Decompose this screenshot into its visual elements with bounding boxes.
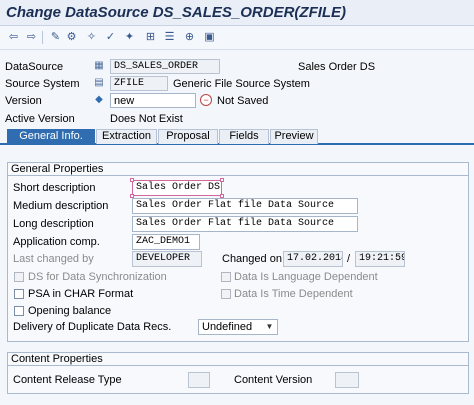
datasource-field: DS_SALES_ORDER bbox=[110, 59, 220, 74]
psa-char-row: PSA in CHAR Format Data Is Time Dependen… bbox=[8, 286, 468, 303]
short-description-input[interactable]: Sales Order DS bbox=[132, 180, 222, 196]
changed-on-time-field: 19:21:59 bbox=[355, 251, 405, 267]
application-component-input[interactable]: ZAC_DEMO1 bbox=[132, 234, 200, 250]
changed-on-label: Changed on bbox=[222, 253, 282, 265]
medium-description-label: Medium description bbox=[13, 200, 109, 212]
time-dependent-checkbox[interactable] bbox=[221, 289, 231, 299]
tab-preview[interactable]: Preview bbox=[270, 129, 318, 144]
active-version-row: Active Version Does Not Exist bbox=[0, 111, 474, 128]
application-component-label: Application comp. bbox=[13, 236, 100, 248]
version-label: Version bbox=[5, 95, 42, 107]
version-row: Version ◆ new − Not Saved bbox=[0, 93, 474, 110]
content-release-type-field bbox=[188, 372, 210, 388]
psa-char-checkbox[interactable] bbox=[14, 289, 24, 299]
arrow-left-icon[interactable]: ⇦ bbox=[6, 30, 21, 45]
tab-proposal[interactable]: Proposal bbox=[158, 129, 218, 144]
application-component-row: Application comp. ZAC_DEMO1 bbox=[8, 234, 468, 251]
short-description-label: Short description bbox=[13, 182, 96, 194]
long-description-row: Long description Sales Order Flat file D… bbox=[8, 216, 468, 233]
medium-description-input[interactable]: Sales Order Flat file Data Source bbox=[132, 198, 358, 214]
hierarchy-icon[interactable]: ⊞ bbox=[143, 30, 158, 45]
magic-wand-icon[interactable]: ✧ bbox=[84, 30, 99, 45]
long-description-input[interactable]: Sales Order Flat file Data Source bbox=[132, 216, 358, 232]
check-icon[interactable]: ✓ bbox=[103, 30, 118, 45]
version-diamond-icon: ◆ bbox=[95, 94, 103, 105]
tab-extraction[interactable]: Extraction bbox=[96, 129, 157, 144]
display-icon[interactable]: ▣ bbox=[202, 30, 217, 45]
time-dependent-label: Data Is Time Dependent bbox=[234, 288, 353, 300]
database-icon[interactable]: ☰ bbox=[162, 30, 177, 45]
source-system-label: Source System bbox=[5, 78, 80, 90]
opening-balance-label: Opening balance bbox=[28, 305, 112, 317]
datasource-label: DataSource bbox=[5, 61, 64, 73]
general-properties-title: General Properties bbox=[8, 163, 468, 176]
tab-general-info[interactable]: General Info. bbox=[7, 129, 95, 144]
tab-strip: General Info. Extraction Proposal Fields… bbox=[0, 128, 474, 145]
source-system-icon: ▤ bbox=[94, 77, 104, 88]
changed-on-date-field: 17.02.2014 bbox=[283, 251, 343, 267]
language-dependent-label: Data Is Language Dependent bbox=[234, 271, 378, 283]
short-description-row: Short description Sales Order DS bbox=[8, 178, 468, 198]
chevron-down-icon[interactable]: ▼ bbox=[264, 321, 275, 333]
content-release-type-label: Content Release Type bbox=[13, 374, 122, 386]
ds-sync-row: DS for Data Synchronization Data Is Lang… bbox=[8, 269, 468, 286]
general-properties-group: General Properties Short description Sal… bbox=[7, 162, 469, 342]
navigation-icon[interactable]: ⊕ bbox=[182, 30, 197, 45]
delivery-duplicate-dropdown[interactable]: Undefined ▼ bbox=[198, 319, 278, 335]
psa-char-label: PSA in CHAR Format bbox=[28, 288, 134, 300]
version-status: Not Saved bbox=[217, 95, 269, 107]
language-dependent-checkbox[interactable] bbox=[221, 272, 231, 282]
source-system-field: ZFILE bbox=[110, 76, 168, 91]
selection-handle bbox=[130, 178, 134, 182]
title-bar: Change DataSource DS_SALES_ORDER(ZFILE) bbox=[0, 0, 474, 26]
activate-icon[interactable]: ✦ bbox=[122, 30, 137, 45]
delivery-duplicate-row: Delivery of Duplicate Data Recs. Undefin… bbox=[8, 319, 468, 336]
content-version-field bbox=[335, 372, 359, 388]
ds-sync-label: DS for Data Synchronization bbox=[28, 271, 167, 283]
last-changed-label: Last changed by bbox=[13, 253, 94, 265]
content-properties-row: Content Release Type Content Version bbox=[8, 372, 468, 389]
display-change-icon[interactable]: ✎ bbox=[48, 30, 63, 45]
content-version-label: Content Version bbox=[234, 374, 313, 386]
delivery-duplicate-value: Undefined bbox=[202, 321, 253, 333]
not-saved-icon: − bbox=[200, 94, 212, 106]
version-field[interactable]: new bbox=[110, 93, 196, 108]
datasource-row: DataSource ▦ DS_SALES_ORDER Sales Order … bbox=[0, 59, 474, 76]
active-version-label: Active Version bbox=[5, 113, 75, 125]
ds-sync-checkbox[interactable] bbox=[14, 272, 24, 282]
source-system-row: Source System ▤ ZFILE Generic File Sourc… bbox=[0, 76, 474, 93]
datasource-description: Sales Order DS bbox=[298, 61, 376, 73]
long-description-label: Long description bbox=[13, 218, 94, 230]
delivery-duplicate-label: Delivery of Duplicate Data Recs. bbox=[13, 321, 172, 333]
content-properties-group: Content Properties Content Release Type … bbox=[7, 352, 469, 394]
changed-on-separator: / bbox=[347, 253, 351, 265]
source-system-description: Generic File Source System bbox=[173, 78, 310, 90]
application-toolbar: ⇦ ⇨ ✎ ⚙ ✧ ✓ ✦ ⊞ ☰ ⊕ ▣ bbox=[0, 26, 474, 50]
tab-fields[interactable]: Fields bbox=[219, 129, 269, 144]
opening-balance-checkbox[interactable] bbox=[14, 306, 24, 316]
active-version-value: Does Not Exist bbox=[110, 113, 183, 125]
arrow-right-icon[interactable]: ⇨ bbox=[24, 30, 39, 45]
datasource-icon: ▦ bbox=[94, 60, 104, 71]
toolbar-separator bbox=[42, 31, 43, 44]
last-changed-row: Last changed by DEVELOPER Changed on 17.… bbox=[8, 251, 468, 268]
datasource-header: DataSource ▦ DS_SALES_ORDER Sales Order … bbox=[0, 52, 474, 130]
last-changed-field: DEVELOPER bbox=[132, 251, 202, 267]
medium-description-row: Medium description Sales Order Flat file… bbox=[8, 198, 468, 215]
opening-balance-row: Opening balance bbox=[8, 303, 468, 320]
window-title: Change DataSource DS_SALES_ORDER(ZFILE) bbox=[6, 4, 347, 21]
settings-icon[interactable]: ⚙ bbox=[64, 30, 79, 45]
content-properties-title: Content Properties bbox=[8, 353, 468, 366]
selection-handle bbox=[220, 178, 224, 182]
